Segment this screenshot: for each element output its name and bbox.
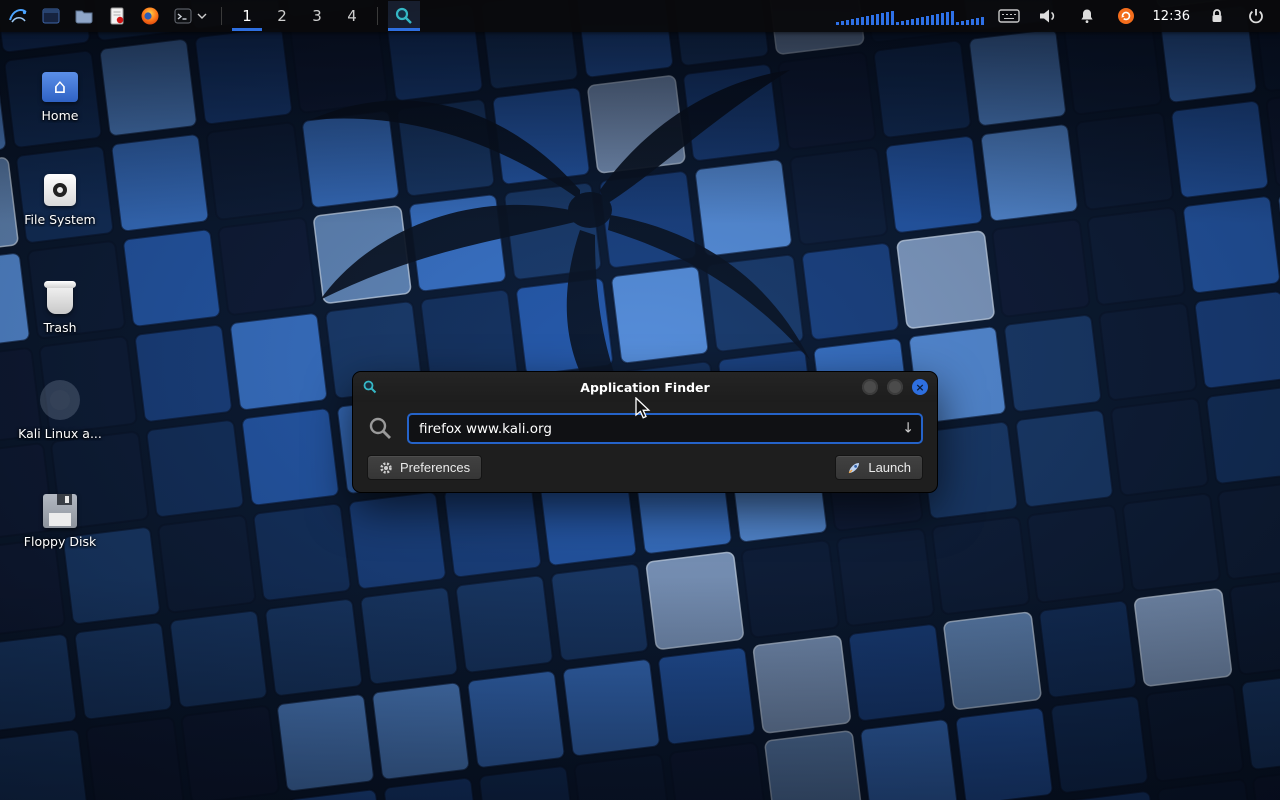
kali-logo-icon bbox=[7, 5, 29, 27]
launch-icon bbox=[847, 461, 861, 475]
application-finder-task-button[interactable] bbox=[388, 1, 420, 31]
separator bbox=[377, 7, 378, 25]
search-input[interactable] bbox=[407, 413, 923, 444]
workspace-1[interactable]: 1 bbox=[232, 1, 262, 31]
desktop: 1 2 3 4 bbox=[0, 0, 1280, 800]
window-title: Application Finder bbox=[353, 380, 937, 395]
floppy-icon bbox=[43, 494, 77, 528]
clock[interactable]: 12:36 bbox=[1151, 9, 1192, 24]
text-editor-button[interactable] bbox=[103, 2, 131, 30]
desktop-icon-kali-docs[interactable]: Kali Linux a... bbox=[5, 376, 115, 441]
volume-control[interactable] bbox=[1034, 2, 1062, 30]
keyboard-indicator[interactable] bbox=[995, 2, 1023, 30]
drive-icon bbox=[44, 174, 76, 206]
logout-power[interactable] bbox=[1242, 2, 1270, 30]
workspace-2[interactable]: 2 bbox=[267, 1, 297, 31]
power-icon bbox=[1247, 7, 1265, 25]
file-manager-button[interactable] bbox=[70, 2, 98, 30]
desktop-icon-label: Kali Linux a... bbox=[5, 426, 115, 441]
bell-icon bbox=[1078, 7, 1096, 25]
search-icon bbox=[394, 6, 414, 26]
workspace-4[interactable]: 4 bbox=[337, 1, 367, 31]
separator bbox=[221, 7, 222, 25]
desktop-icon-label: Trash bbox=[5, 320, 115, 335]
chevron-down-icon bbox=[197, 12, 207, 20]
desktop-icon-trash[interactable]: Trash bbox=[5, 270, 115, 335]
kali-menu-button[interactable] bbox=[4, 2, 32, 30]
desktop-icon-floppy[interactable]: Floppy Disk bbox=[5, 484, 115, 549]
speaker-icon bbox=[1038, 7, 1058, 25]
updates-indicator[interactable] bbox=[1112, 2, 1140, 30]
desktop-icon-label: Home bbox=[5, 108, 115, 123]
window-launcher-button[interactable] bbox=[37, 2, 65, 30]
launch-label: Launch bbox=[868, 460, 911, 475]
titlebar[interactable]: Application Finder × bbox=[353, 372, 937, 402]
firefox-button[interactable] bbox=[136, 2, 164, 30]
finder-body: ↓ Preferences Launch bbox=[353, 402, 937, 492]
workspace-3[interactable]: 3 bbox=[302, 1, 332, 31]
desktop-icon-home[interactable]: ⌂ Home bbox=[5, 58, 115, 123]
audio-spectrum-visualizer bbox=[836, 7, 984, 25]
history-dropdown-arrow-icon[interactable]: ↓ bbox=[902, 420, 914, 436]
document-icon bbox=[106, 5, 128, 27]
notifications[interactable] bbox=[1073, 2, 1101, 30]
update-icon bbox=[1117, 7, 1135, 25]
panel-right: 12:36 bbox=[836, 0, 1280, 32]
panel-left: 1 2 3 4 bbox=[0, 0, 420, 32]
launch-button[interactable]: Launch bbox=[835, 455, 923, 480]
kali-faded-icon bbox=[40, 380, 80, 420]
preferences-label: Preferences bbox=[400, 460, 470, 475]
search-icon bbox=[367, 415, 394, 442]
desktop-icon-label: File System bbox=[5, 212, 115, 227]
minimize-button[interactable] bbox=[862, 379, 878, 395]
firefox-icon bbox=[139, 5, 161, 27]
preferences-button[interactable]: Preferences bbox=[367, 455, 482, 480]
folder-icon bbox=[73, 5, 95, 27]
keyboard-icon bbox=[998, 8, 1020, 24]
close-button[interactable]: × bbox=[912, 379, 928, 395]
screen-lock[interactable] bbox=[1203, 2, 1231, 30]
terminal-dropdown-button[interactable] bbox=[169, 2, 211, 30]
lock-icon bbox=[1208, 7, 1226, 25]
trash-icon bbox=[47, 284, 73, 314]
desktop-icon-label: Floppy Disk bbox=[5, 534, 115, 549]
home-icon: ⌂ bbox=[42, 72, 78, 102]
desktop-icon-filesystem[interactable]: File System bbox=[5, 162, 115, 227]
app-finder-window-icon bbox=[362, 379, 378, 395]
search-input-wrap: ↓ bbox=[407, 413, 923, 444]
gear-icon bbox=[379, 461, 393, 475]
top-panel: 1 2 3 4 bbox=[0, 0, 1280, 32]
maximize-button[interactable] bbox=[887, 379, 903, 395]
terminal-icon bbox=[173, 6, 193, 26]
window-controls: × bbox=[862, 379, 928, 395]
application-finder-window: Application Finder × ↓ bbox=[352, 371, 938, 493]
window-icon bbox=[40, 5, 62, 27]
